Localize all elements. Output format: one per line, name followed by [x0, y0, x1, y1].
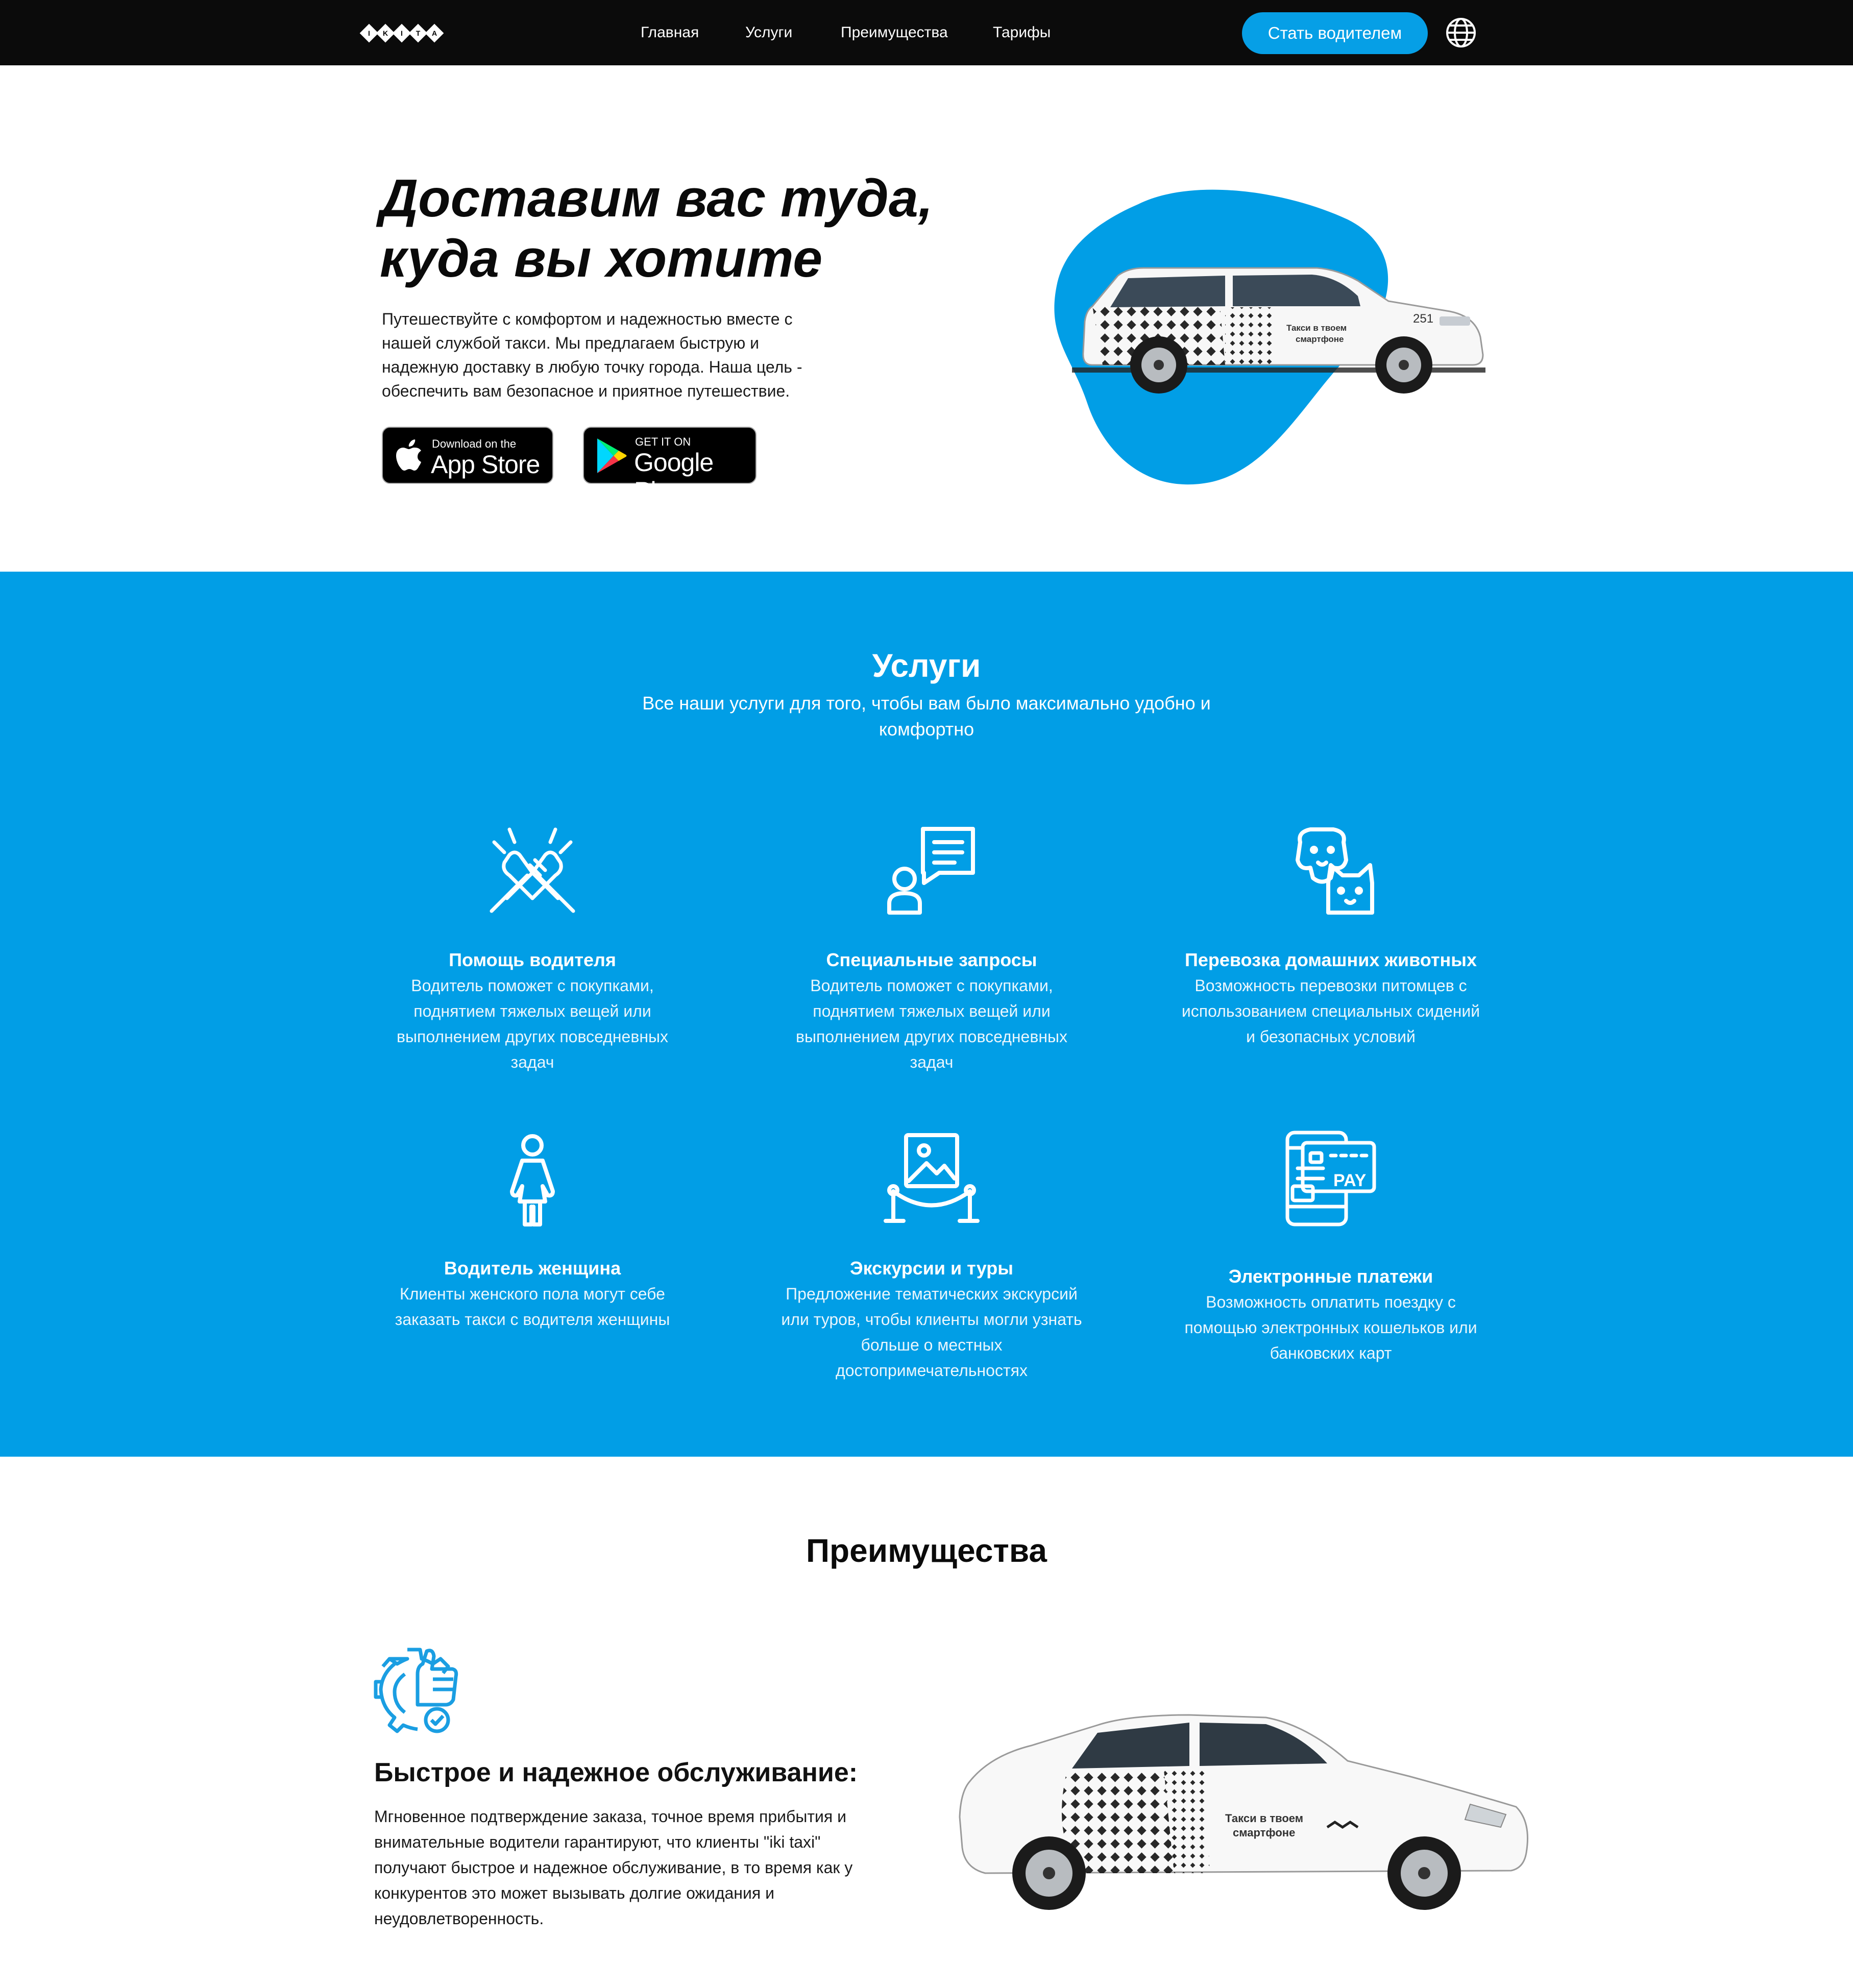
service-card-driver-help: Помощь водителя Водитель поможет с покуп… — [374, 947, 691, 1075]
service-title: Перевозка домашних животных — [1184, 949, 1477, 970]
hero-car-wheel-rear — [1375, 336, 1432, 394]
google-play-button[interactable]: GET IT ON Google Play — [583, 427, 757, 505]
hero-title: Доставим вас туда, куда вы хотите — [380, 168, 992, 289]
service-card-e-payments: Электронные платежи Возможность оплатить… — [1173, 1264, 1489, 1366]
hero-title-line1: Доставим вас туда, — [380, 169, 933, 228]
pets-icon — [1296, 827, 1374, 915]
hero-car-number: 251 — [1413, 312, 1433, 326]
woman-icon — [510, 1134, 555, 1226]
handshake-icon — [490, 827, 575, 913]
advantage-car-wheel-rear — [1387, 1836, 1461, 1910]
hero-taxi-illustration: Такси в твоем смартфоне 251 — [1054, 189, 1485, 485]
service-title: Помощь водителя — [449, 949, 616, 970]
advantage-car-wheel-front — [1012, 1836, 1086, 1910]
app-store-big-text: App Store — [431, 450, 540, 479]
advantage-description: Мгновенное подтверждение заказа, точное … — [374, 1807, 853, 1928]
become-driver-button[interactable]: Стать водителем — [1242, 12, 1428, 54]
svg-text:I: I — [401, 29, 403, 37]
service-description: Клиенты женского пола могут себе заказат… — [395, 1285, 670, 1329]
advantage-title: Быстрое и надежное обслуживание: — [374, 1758, 858, 1787]
app-store-button[interactable]: Download on the App Store — [382, 427, 553, 484]
service-card-excursions: Экскурсии и туры Предложение тематически… — [773, 1256, 1090, 1383]
google-play-small-text: GET IT ON — [635, 435, 691, 448]
app-store-small-text: Download on the — [432, 437, 517, 450]
service-description: Предложение тематических экскурсий или т… — [781, 1285, 1082, 1380]
excursion-icon — [884, 1133, 980, 1223]
services-title: Услуги — [872, 647, 981, 684]
hero-car-slogan-line1: Такси в твоем — [1286, 323, 1347, 333]
service-card-woman-driver: Водитель женщина Клиенты женского пола м… — [374, 1256, 691, 1332]
services-subtitle: Все наши услуги для того, чтобы вам было… — [642, 693, 1211, 740]
service-title: Специальные запросы — [826, 949, 1037, 970]
google-play-icon — [597, 438, 627, 473]
service-title: Водитель женщина — [444, 1258, 621, 1279]
advantage-car-slogan-line1: Такси в твоем — [1225, 1812, 1303, 1825]
chat-request-icon — [887, 827, 975, 915]
payment-icon: PAY — [1285, 1131, 1376, 1226]
service-description: Водитель поможет с покупками, поднятием … — [396, 976, 668, 1071]
logo[interactable]: IKITA — [357, 18, 444, 48]
pay-label: PAY — [1333, 1171, 1367, 1190]
hero-car-slogan-line2: смартфоне — [1296, 334, 1344, 344]
svg-text:K: K — [383, 29, 388, 37]
service-description: Водитель поможет с покупками, поднятием … — [795, 976, 1067, 1071]
service-description: Возможность перевозки питомцев с использ… — [1181, 976, 1480, 1046]
hero-description: Путешествуйте с комфортом и надежностью … — [382, 310, 802, 400]
gear-thumbs-up-icon — [374, 1648, 458, 1733]
service-title: Электронные платежи — [1228, 1266, 1433, 1287]
hero-car-wheel-front — [1130, 336, 1187, 394]
apple-icon — [396, 439, 421, 471]
service-card-pet-transport: Перевозка домашних животных Возможность … — [1173, 947, 1489, 1049]
service-title: Экскурсии и туры — [850, 1258, 1013, 1279]
nav-link-services[interactable]: Услуги — [745, 22, 792, 43]
nav-link-advantages[interactable]: Преимущества — [841, 22, 948, 43]
hero-title-line2: куда вы хотите — [380, 229, 823, 288]
globe-icon[interactable] — [1445, 17, 1477, 48]
service-card-special-requests: Специальные запросы Водитель поможет с п… — [773, 947, 1090, 1075]
advantage-taxi-illustration: Такси в твоем смартфоне — [959, 1714, 1528, 1910]
svg-text:T: T — [416, 29, 421, 37]
advantage-car-slogan-line2: смартфоне — [1233, 1826, 1295, 1839]
top-navbar: I K I T A Главная Услуги Преимущества Тарифы… — [0, 0, 1853, 65]
nav-link-home[interactable]: Главная — [641, 22, 699, 43]
google-play-big-text: Google Play — [634, 448, 714, 505]
advantages-title: Преимущества — [806, 1532, 1047, 1569]
svg-text:I: I — [368, 29, 370, 37]
service-description: Возможность оплатить поездку с помощью э… — [1184, 1293, 1477, 1362]
advantage-car: Такси в твоем смартфоне — [959, 1714, 1528, 1910]
nav-link-tariffs[interactable]: Тарифы — [993, 22, 1051, 43]
svg-text:A: A — [432, 29, 437, 37]
